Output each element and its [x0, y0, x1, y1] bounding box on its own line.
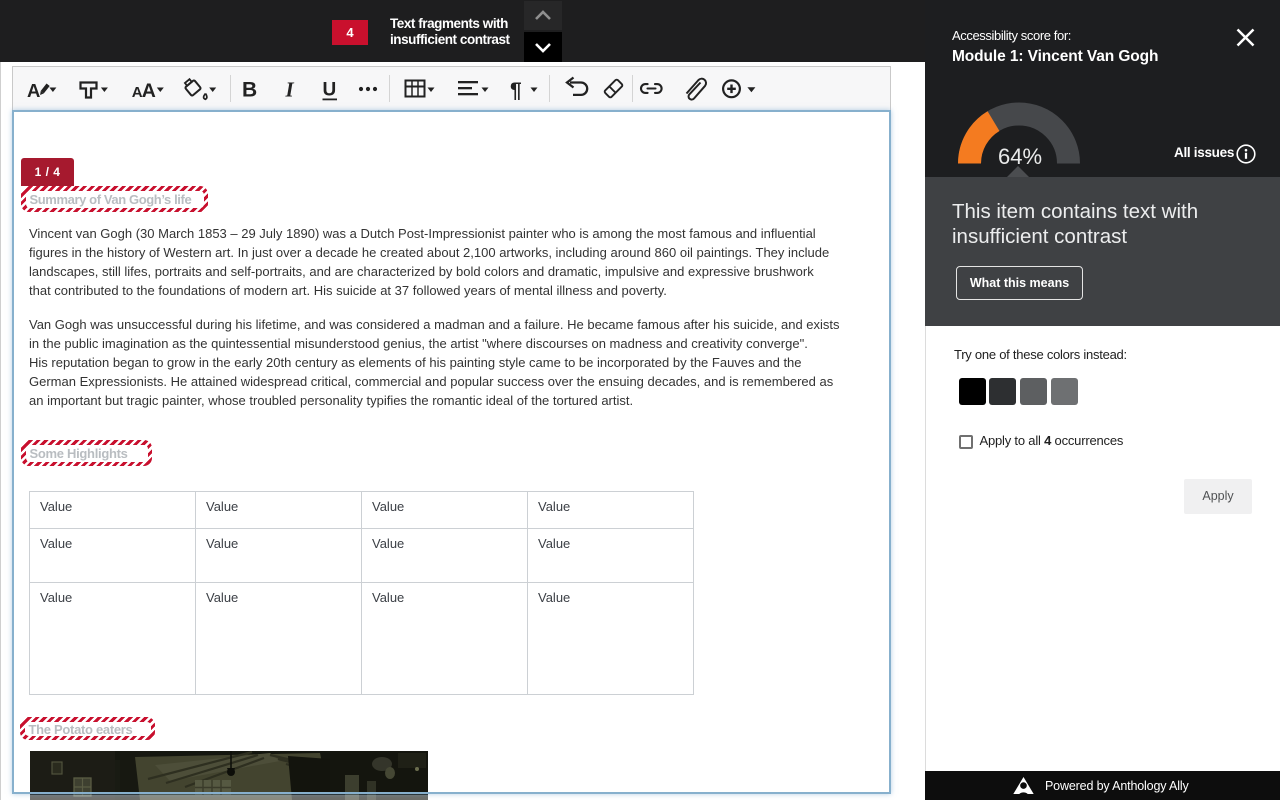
svg-text:A: A	[142, 80, 156, 102]
svg-text:¶: ¶	[510, 79, 522, 102]
svg-text:I: I	[285, 78, 295, 102]
svg-text:A: A	[27, 80, 40, 101]
svg-text:U: U	[323, 80, 337, 101]
svg-text:B: B	[242, 79, 257, 102]
